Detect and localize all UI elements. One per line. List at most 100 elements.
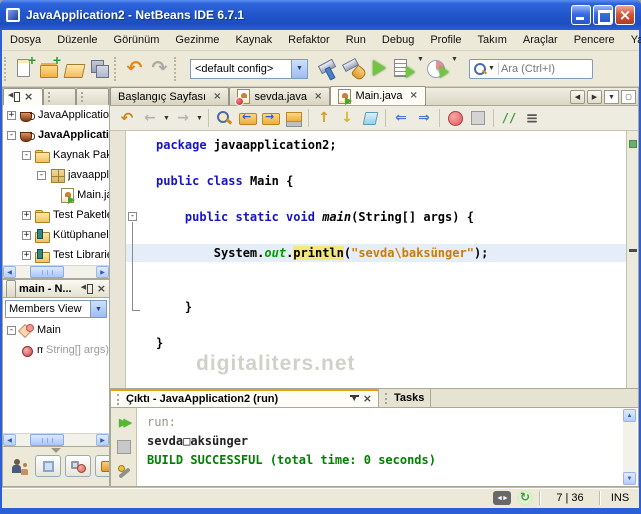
minimize-panel-icon[interactable] (81, 283, 94, 294)
close-button[interactable] (615, 5, 635, 25)
close-tab-icon[interactable]: × (213, 91, 221, 102)
scroll-up-icon[interactable]: ▲ (623, 409, 636, 422)
find-next-icon[interactable] (259, 108, 281, 128)
show-public-members-button[interactable] (95, 455, 109, 477)
editor-gutter[interactable] (110, 131, 126, 388)
quick-search[interactable]: ▼ (469, 58, 593, 79)
close-tab-icon[interactable]: × (410, 91, 418, 101)
horizontal-scrollbar[interactable]: ◀ ▶ (3, 265, 109, 278)
chevron-down-icon[interactable]: ▼ (450, 56, 459, 81)
uncomment-icon[interactable] (521, 108, 543, 128)
navigator-header[interactable]: main - N... × (3, 280, 109, 298)
new-project-icon[interactable] (37, 53, 62, 81)
scroll-tabs-right-icon[interactable]: ▶ (587, 90, 602, 104)
back-icon[interactable] (139, 108, 161, 128)
ant-settings-icon[interactable] (115, 463, 133, 481)
minimize-button[interactable] (571, 5, 591, 25)
comment-icon[interactable] (498, 108, 520, 128)
vertical-scrollbar[interactable]: ▲ ▼ (623, 409, 637, 485)
tree-item-kaynak-paketleri[interactable]: - Kaynak Paketleri (3, 145, 109, 165)
menu-pencere[interactable]: Pencere (566, 31, 623, 49)
minimize-window-icon[interactable] (349, 394, 359, 404)
last-edit-icon[interactable] (116, 108, 138, 128)
code-line[interactable] (126, 190, 626, 208)
toolbar-grip[interactable] (4, 56, 8, 81)
code-line[interactable]: System.out.println("sevda\baksünger"); (126, 244, 626, 262)
maximize-button[interactable] (593, 5, 613, 25)
tree-item-javaapplication1[interactable]: + JavaApplication1 (3, 105, 109, 125)
save-all-icon[interactable] (87, 56, 112, 81)
toggle-highlight-icon[interactable] (282, 108, 304, 128)
open-project-icon[interactable] (62, 56, 87, 81)
update-status-icon[interactable]: ↻ (517, 490, 533, 506)
run-icon[interactable] (366, 56, 391, 81)
tree-item-test-paketleri[interactable]: + Test Paketleri (3, 205, 109, 225)
menu-ara-lar[interactable]: Araçlar (515, 31, 566, 49)
scroll-right-icon[interactable]: ▶ (96, 434, 109, 446)
debug-icon[interactable] (391, 56, 416, 81)
code-line[interactable] (126, 226, 626, 244)
scroll-right-icon[interactable]: ▶ (96, 266, 109, 278)
show-fields-button[interactable] (35, 455, 61, 477)
scroll-tabs-left-icon[interactable]: ◀ (570, 90, 585, 104)
undo-icon[interactable] (122, 56, 147, 81)
chevron-down-icon[interactable]: ▼ (162, 115, 171, 122)
next-bookmark-icon[interactable] (336, 108, 358, 128)
expander-icon[interactable]: - (7, 130, 16, 140)
expander-icon[interactable]: - (7, 325, 16, 335)
tab-projects[interactable]: × (3, 88, 43, 105)
tab-services[interactable] (76, 88, 109, 105)
close-tab-icon[interactable]: × (314, 91, 322, 102)
menu-g-r-n-m[interactable]: Görünüm (106, 31, 168, 49)
build-icon[interactable] (316, 56, 341, 81)
scroll-left-icon[interactable]: ◀ (3, 266, 16, 278)
scroll-down-icon[interactable]: ▼ (623, 472, 636, 485)
find-previous-icon[interactable] (236, 108, 258, 128)
editor-tab-ba-lang-sayfas[interactable]: Başlangıç Sayfası × (110, 87, 230, 105)
output-tab-kt-javaapplication2-run[interactable]: Çıktı - JavaApplication2 (run) × (111, 389, 379, 407)
chevron-down-icon[interactable]: ▼ (291, 59, 307, 78)
toggle-bookmark-icon[interactable] (359, 108, 381, 128)
fold-collapse-icon[interactable]: - (128, 212, 137, 221)
code-line[interactable] (126, 262, 626, 280)
code-line[interactable]: } (126, 334, 626, 352)
menu-profile[interactable]: Profile (422, 31, 469, 49)
forward-icon[interactable] (172, 108, 194, 128)
close-panel-icon[interactable]: × (24, 91, 33, 102)
current-line-mark-icon[interactable] (629, 249, 637, 252)
close-window-icon[interactable]: × (363, 393, 372, 404)
tree-item-javaapplication2[interactable]: - JavaApplication2 (3, 125, 109, 145)
sync-status-icon[interactable]: ◄► (493, 491, 511, 505)
code-line[interactable] (126, 154, 626, 172)
nav-item-main[interactable]: main(String[] args) (3, 340, 109, 360)
code-line[interactable]: package javaapplication2; (126, 136, 626, 154)
chevron-down-icon[interactable]: ▼ (487, 65, 496, 72)
menu-run[interactable]: Run (338, 31, 374, 49)
expander-icon[interactable]: + (7, 110, 16, 120)
code-line[interactable]: public static void main(String[] args) { (126, 208, 626, 226)
code-area[interactable]: digitaliters.net package javaapplication… (126, 131, 626, 388)
shift-left-icon[interactable] (390, 108, 412, 128)
code-line[interactable] (126, 316, 626, 334)
toolbar-grip[interactable] (174, 56, 178, 81)
scrollbar-thumb[interactable] (30, 434, 64, 446)
rerun-icon[interactable] (115, 413, 133, 431)
menu-d-zenle[interactable]: Düzenle (49, 31, 105, 49)
nav-item-main[interactable]: - Main (3, 320, 109, 340)
error-stripe[interactable] (626, 131, 638, 388)
expander-icon[interactable]: + (22, 230, 31, 240)
code-line[interactable] (126, 280, 626, 298)
tab-files[interactable] (43, 88, 76, 105)
profile-icon[interactable] (425, 56, 450, 81)
maximize-editor-icon[interactable]: ▢ (621, 90, 636, 104)
chevron-down-icon[interactable]: ▼ (90, 301, 106, 317)
menu-debug[interactable]: Debug (374, 31, 422, 49)
show-static-members-button[interactable] (65, 455, 91, 477)
run-macro-icon[interactable] (467, 108, 489, 128)
output-tab-tasks[interactable]: Tasks (379, 389, 432, 407)
chevron-down-icon[interactable]: ▼ (416, 56, 425, 81)
toolbar-grip[interactable] (114, 56, 118, 81)
code-line[interactable]: public class Main { (126, 172, 626, 190)
expander-icon[interactable]: + (22, 250, 31, 260)
chevron-down-icon[interactable]: ▼ (195, 115, 204, 122)
